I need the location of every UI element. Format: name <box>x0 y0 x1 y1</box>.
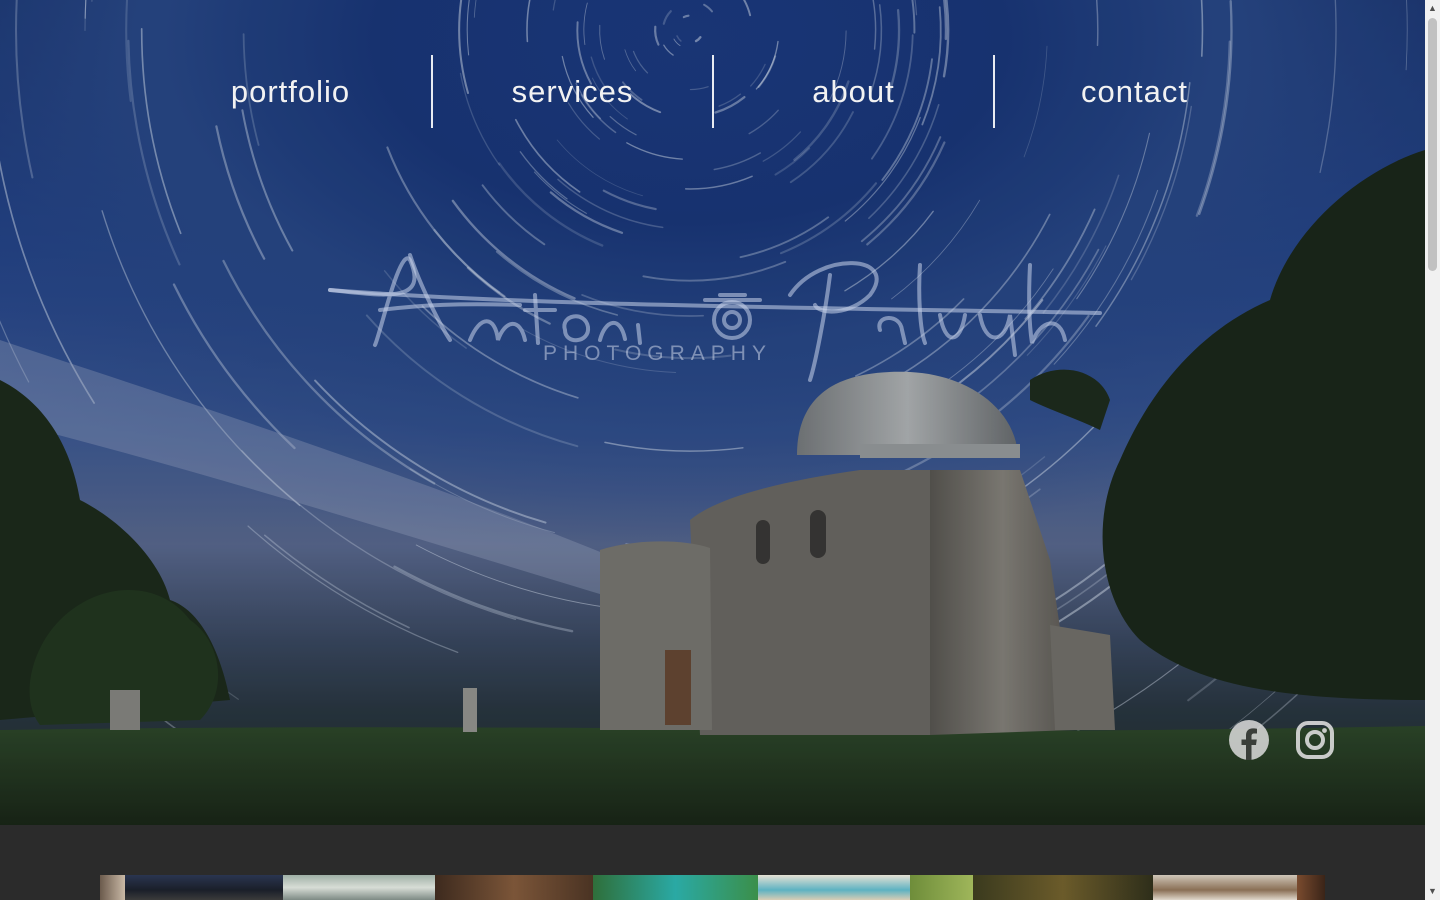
nav-contact-link[interactable]: contact <box>993 55 1274 128</box>
portfolio-thumbnail[interactable] <box>125 875 283 900</box>
vertical-scrollbar[interactable]: ▲ ▼ <box>1425 0 1440 900</box>
portfolio-thumbnail-strip <box>100 875 1325 900</box>
portfolio-thumbnail[interactable] <box>435 875 593 900</box>
portfolio-thumbnail[interactable] <box>973 875 1153 900</box>
scrollbar-thumb[interactable] <box>1428 18 1437 271</box>
facebook-icon[interactable] <box>1229 720 1269 760</box>
nav-portfolio-link[interactable]: portfolio <box>150 55 431 128</box>
portfolio-thumbnail[interactable] <box>100 875 125 900</box>
instagram-icon[interactable] <box>1295 720 1335 760</box>
hero-banner: portfolio services about contact PHOTOGR… <box>0 0 1425 825</box>
portfolio-thumbnail[interactable] <box>593 875 758 900</box>
portfolio-thumbnail[interactable] <box>910 875 973 900</box>
scroll-up-arrow-icon[interactable]: ▲ <box>1425 0 1440 17</box>
logo-subtitle: PHOTOGRAPHY <box>543 342 772 365</box>
scroll-down-arrow-icon[interactable]: ▼ <box>1425 883 1440 900</box>
main-navigation: portfolio services about contact <box>150 55 1274 128</box>
nav-about-link[interactable]: about <box>712 55 993 128</box>
portfolio-thumbnail[interactable] <box>758 875 910 900</box>
nav-services-link[interactable]: services <box>431 55 712 128</box>
portfolio-thumbnail[interactable] <box>1297 875 1325 900</box>
portfolio-thumbnail[interactable] <box>1153 875 1297 900</box>
portfolio-thumbnail[interactable] <box>283 875 435 900</box>
